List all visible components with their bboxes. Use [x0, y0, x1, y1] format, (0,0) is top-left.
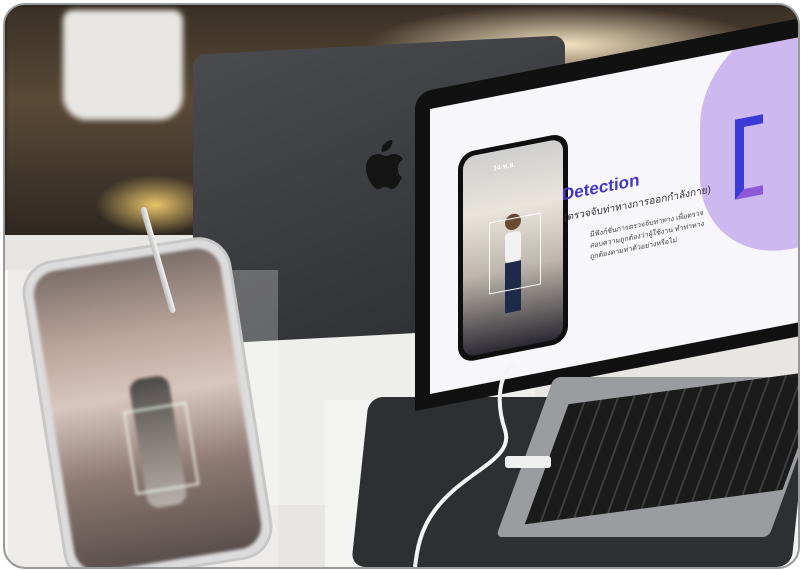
detection-box	[489, 212, 541, 295]
phone-screen	[30, 245, 265, 567]
apple-logo-icon	[366, 140, 403, 189]
photo-frame: 14 พ.ย. Detection (ตรวจจับท่าทางการออกกำ…	[3, 3, 800, 569]
scene: 14 พ.ย. Detection (ตรวจจับท่าทางการออกกำ…	[5, 5, 798, 567]
slide-phone-screen: 14 พ.ย.	[463, 138, 563, 358]
charging-cable	[413, 363, 551, 567]
white-vase	[63, 10, 183, 120]
phone-detection-box	[122, 401, 200, 495]
phone-time-label: 14 พ.ย.	[493, 161, 516, 173]
bracket-graphic	[735, 114, 763, 200]
